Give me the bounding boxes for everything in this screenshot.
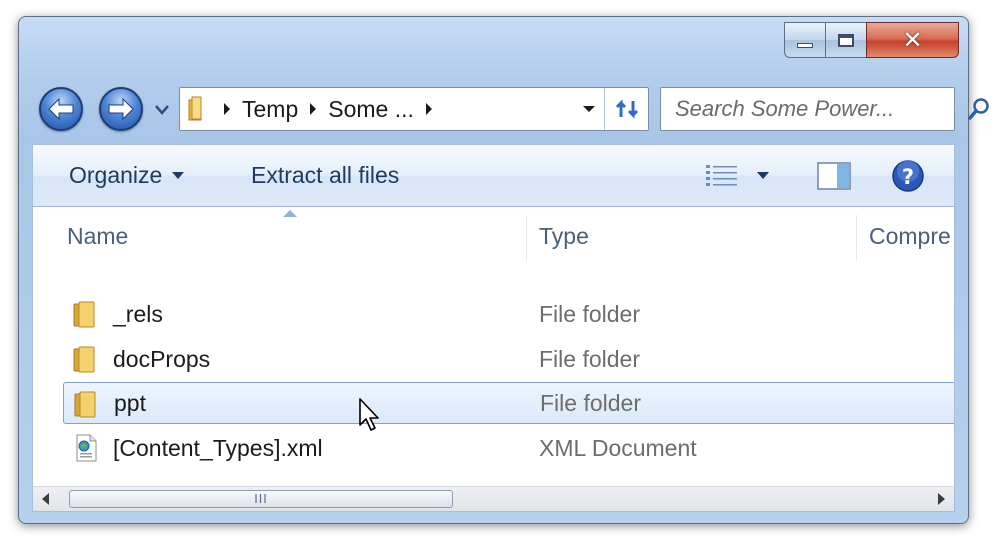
explorer-window: ✕ Temp Some ... Search Some Power... Org… [18, 16, 989, 524]
column-divider[interactable] [526, 215, 527, 261]
minimize-icon [797, 42, 813, 48]
command-bar: Organize Extract all files ? [32, 144, 955, 207]
search-input[interactable] [661, 88, 967, 130]
folder-icon [73, 346, 95, 373]
file-type: File folder [540, 389, 641, 416]
file-name: [Content_Types].xml [113, 434, 323, 461]
preview-pane-button[interactable] [817, 145, 851, 206]
scroll-right-icon [938, 493, 945, 505]
chevron-down-icon [155, 105, 169, 115]
extract-label: Extract all files [251, 162, 400, 188]
chevron-down-icon [583, 106, 595, 112]
refresh-button[interactable] [604, 88, 648, 130]
forward-button[interactable] [99, 87, 143, 131]
folder-icon [74, 391, 96, 418]
address-folder-icon [180, 88, 214, 130]
back-button[interactable] [39, 87, 83, 131]
chevron-right-icon [224, 103, 230, 115]
horizontal-scrollbar[interactable]: III [32, 486, 955, 512]
xml-file-icon [76, 434, 97, 462]
file-list: Name Type Compre _rels File folder docPr… [32, 207, 955, 486]
caption-buttons: ✕ [784, 22, 959, 58]
file-name: docProps [113, 345, 211, 372]
back-arrow-icon [48, 97, 74, 121]
breadcrumb-separator[interactable] [416, 102, 442, 116]
maximize-icon [838, 33, 854, 47]
forward-arrow-icon [108, 97, 134, 121]
breadcrumb-temp[interactable]: Temp [240, 96, 300, 123]
refresh-icon [615, 99, 638, 119]
breadcrumb-separator[interactable] [300, 102, 326, 116]
address-history-dropdown[interactable] [574, 88, 604, 130]
scroll-left-icon [42, 493, 49, 505]
file-name: _rels [113, 300, 163, 327]
close-icon: ✕ [902, 26, 923, 54]
column-compressed-size[interactable]: Compre [869, 207, 951, 265]
sort-ascending-icon [283, 210, 297, 217]
scroll-thumb[interactable]: III [69, 490, 453, 508]
file-type: File folder [539, 300, 640, 327]
scroll-right-button[interactable] [928, 487, 954, 511]
breadcrumb-current[interactable]: Some ... [326, 96, 416, 123]
file-type: File folder [539, 345, 640, 372]
caret-down-icon [172, 172, 185, 179]
organize-button[interactable]: Organize [69, 145, 185, 206]
details-view-icon [706, 164, 737, 186]
close-button[interactable]: ✕ [866, 22, 959, 58]
search-icon[interactable] [967, 97, 991, 121]
search-box [660, 87, 989, 131]
extract-all-files-button[interactable]: Extract all files [251, 145, 399, 206]
list-item-content-types[interactable]: [Content_Types].xml XML Document [63, 427, 954, 469]
preview-pane-icon [817, 161, 851, 190]
view-options-dropdown[interactable] [757, 145, 769, 206]
caret-down-icon [757, 172, 769, 179]
address-bar[interactable]: Temp Some ... [179, 87, 649, 131]
help-button[interactable]: ? [891, 145, 925, 206]
list-item-rels[interactable]: _rels File folder [63, 293, 954, 335]
column-type[interactable]: Type [539, 207, 589, 265]
file-name: ppt [114, 389, 146, 416]
breadcrumb-separator[interactable] [214, 102, 240, 116]
change-view-button[interactable] [705, 145, 739, 206]
column-name[interactable]: Name [67, 207, 128, 265]
scroll-grip: III [254, 492, 268, 506]
help-icon: ? [892, 159, 924, 192]
mouse-cursor-icon [359, 398, 379, 431]
maximize-button[interactable] [825, 22, 866, 58]
scroll-left-button[interactable] [33, 487, 59, 511]
column-divider[interactable] [856, 215, 857, 261]
list-item-ppt[interactable]: ppt File folder [63, 382, 954, 424]
list-item-docprops[interactable]: docProps File folder [63, 338, 954, 380]
chevron-right-icon [425, 103, 432, 115]
folder-icon [73, 301, 95, 328]
organize-label: Organize [69, 162, 163, 188]
column-header: Name Type Compre [33, 207, 954, 265]
file-type: XML Document [539, 434, 697, 461]
minimize-button[interactable] [784, 22, 825, 58]
chevron-right-icon [310, 103, 317, 115]
svg-text:?: ? [902, 165, 914, 189]
recent-pages-dropdown[interactable] [153, 101, 171, 119]
